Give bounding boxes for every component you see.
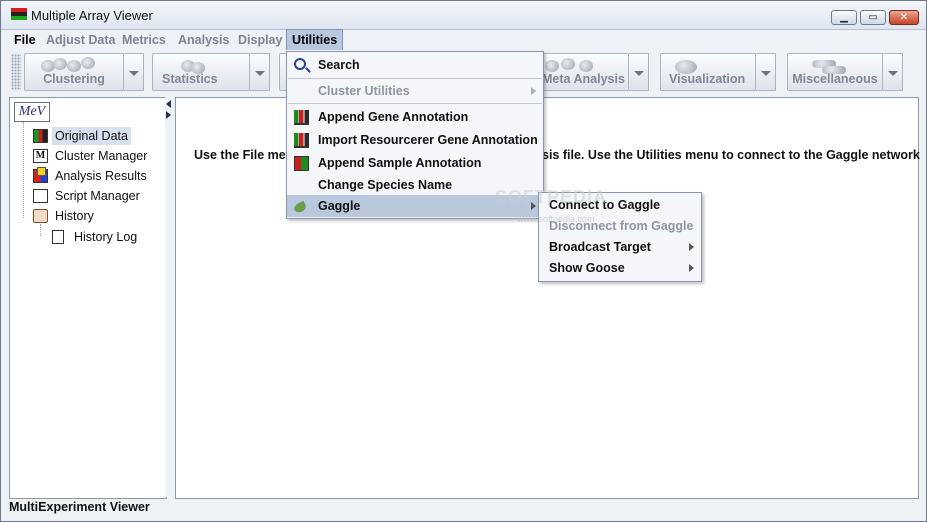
statistics-dropdown[interactable] — [250, 53, 270, 91]
miscellaneous-button[interactable]: Miscellaneous — [787, 53, 883, 91]
submenu-arrow-icon — [689, 243, 694, 251]
menu-item-label: Change Species Name — [318, 178, 453, 192]
mev-logo: MeV — [14, 102, 50, 122]
window-title: Multiple Array Viewer — [31, 8, 153, 23]
tree-item-label: Cluster Manager — [55, 149, 148, 163]
minimize-button[interactable]: ▁ — [831, 10, 857, 25]
menu-metrics[interactable]: Metrics — [117, 30, 171, 50]
toolbar-grip[interactable] — [11, 54, 21, 90]
menu-item-label: Broadcast Target — [549, 240, 651, 254]
utilities-menu-popup: Search Cluster Utilities Append Gene Ann… — [286, 51, 544, 219]
chevron-down-icon — [255, 71, 265, 76]
menu-item-show-goose[interactable]: Show Goose — [539, 257, 701, 279]
panel-splitter[interactable] — [165, 97, 173, 497]
clustering-dropdown[interactable] — [124, 53, 144, 91]
analysis-results-icon — [33, 167, 48, 183]
sample-annotation-icon — [294, 156, 309, 171]
tree-connector — [23, 122, 24, 218]
tree-item-label: Original Data — [52, 127, 131, 145]
menu-item-change-species-name[interactable]: Change Species Name — [287, 174, 543, 196]
menu-item-gaggle[interactable]: Gaggle — [287, 195, 543, 217]
menu-analysis[interactable]: Analysis — [173, 30, 234, 50]
menu-adjust-data[interactable]: Adjust Data — [41, 30, 120, 50]
app-icon — [11, 8, 27, 20]
minimize-icon: ▁ — [840, 12, 848, 23]
gaggle-goose-icon — [292, 200, 308, 215]
chevron-down-icon — [761, 71, 771, 76]
clustering-button[interactable]: Clustering — [24, 53, 124, 91]
chevron-down-icon — [634, 71, 644, 76]
cluster-manager-icon: M — [33, 149, 48, 163]
submenu-arrow-icon — [531, 202, 536, 210]
title-bar[interactable]: Multiple Array Viewer ▁ ▭ ✕ — [1, 1, 926, 30]
menu-separator — [288, 103, 542, 104]
meta-analysis-label: Meta Analysis — [542, 72, 625, 86]
statistics-label: Statistics — [162, 72, 218, 86]
visualization-button[interactable]: Visualization — [660, 53, 756, 91]
tree-item-label: History Log — [74, 230, 138, 244]
tree-item-label: History — [55, 209, 94, 223]
search-icon — [294, 58, 306, 70]
visualization-label: Visualization — [669, 72, 746, 86]
submenu-arrow-icon — [689, 264, 694, 272]
script-manager-icon — [33, 189, 48, 203]
status-bar-text: MultiExperiment Viewer — [9, 500, 150, 514]
menu-bar: File Adjust Data Metrics Analysis Displa… — [1, 29, 926, 51]
maximize-icon: ▭ — [868, 12, 878, 23]
expand-right-icon[interactable] — [166, 111, 171, 119]
meta-analysis-dropdown[interactable] — [629, 53, 649, 91]
tree-connector — [40, 224, 41, 236]
gaggle-submenu-popup: Connect to Gaggle Disconnect from Gaggle… — [538, 192, 702, 282]
menu-item-label: Cluster Utilities — [318, 84, 410, 98]
document-icon — [52, 230, 64, 244]
meta-analysis-button[interactable]: Meta Analysis — [541, 53, 629, 91]
welcome-message-right: sis file. Use the Utilities menu to conn… — [542, 148, 920, 162]
menu-item-label: Disconnect from Gaggle — [549, 219, 694, 233]
menu-item-import-resourcerer-annotation[interactable]: Import Resourcerer Gene Annotation — [287, 129, 543, 151]
app-window: Multiple Array Viewer ▁ ▭ ✕ File Adjust … — [0, 0, 927, 522]
menu-item-label: Connect to Gaggle — [549, 198, 661, 212]
menu-utilities[interactable]: Utilities — [286, 29, 344, 51]
close-button[interactable]: ✕ — [889, 10, 919, 25]
menu-item-label: Append Gene Annotation — [318, 110, 469, 124]
menu-item-cluster-utilities[interactable]: Cluster Utilities — [287, 80, 543, 102]
menu-item-label: Import Resourcerer Gene Annotation — [318, 133, 538, 147]
visualization-dropdown[interactable] — [756, 53, 776, 91]
navigation-tree: MeV Original Data M Cluster Manager Anal… — [9, 97, 167, 499]
submenu-arrow-icon — [531, 87, 536, 95]
chevron-down-icon — [129, 71, 139, 76]
menu-item-label: Show Goose — [549, 261, 625, 275]
menu-item-connect-to-gaggle[interactable]: Connect to Gaggle — [539, 194, 701, 216]
annotation-bars-icon — [294, 110, 309, 125]
miscellaneous-dropdown[interactable] — [883, 53, 903, 91]
chevron-down-icon — [888, 71, 898, 76]
statistics-button[interactable]: Statistics — [152, 53, 250, 91]
menu-item-append-gene-annotation[interactable]: Append Gene Annotation — [287, 106, 543, 128]
clustering-label: Clustering — [43, 72, 105, 86]
menu-item-append-sample-annotation[interactable]: Append Sample Annotation — [287, 152, 543, 174]
tree-item-label: Script Manager — [55, 189, 140, 203]
annotation-bars-icon — [294, 133, 309, 148]
menu-item-label: Search — [318, 58, 360, 72]
maximize-button[interactable]: ▭ — [860, 10, 886, 25]
miscellaneous-label: Miscellaneous — [792, 72, 878, 86]
menu-item-label: Gaggle — [318, 199, 361, 213]
collapse-left-icon[interactable] — [166, 100, 171, 108]
menu-item-broadcast-target[interactable]: Broadcast Target — [539, 236, 701, 258]
menu-file[interactable]: File — [9, 30, 41, 50]
tree-item-label: Analysis Results — [55, 169, 147, 183]
menu-item-label: Append Sample Annotation — [318, 156, 482, 170]
menu-display[interactable]: Display — [233, 30, 287, 50]
menu-item-disconnect-from-gaggle[interactable]: Disconnect from Gaggle — [539, 215, 701, 237]
history-scroll-icon — [33, 209, 48, 223]
close-icon: ✕ — [899, 12, 909, 23]
menu-separator — [288, 78, 542, 79]
data-matrix-icon — [33, 129, 48, 143]
menu-item-search[interactable]: Search — [287, 54, 543, 76]
welcome-message-left: Use the File men — [194, 148, 294, 162]
